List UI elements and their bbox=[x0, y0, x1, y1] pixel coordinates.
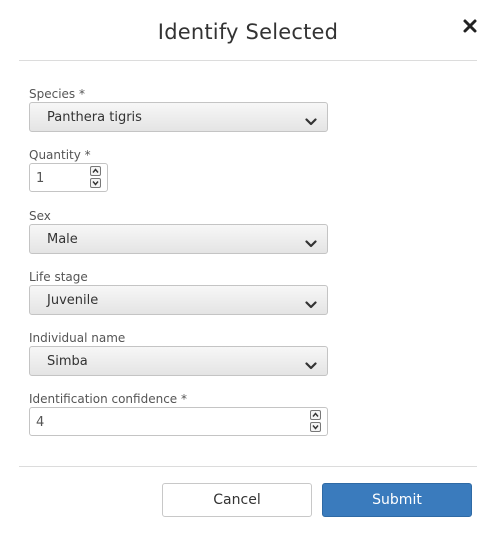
life-stage-value: Juvenile bbox=[47, 293, 99, 308]
species-label: Species * bbox=[29, 87, 85, 101]
life-stage-select[interactable]: Juvenile bbox=[29, 285, 328, 315]
header-divider bbox=[19, 60, 477, 61]
confidence-stepper-buttons bbox=[310, 410, 322, 433]
chevron-down-icon bbox=[305, 356, 317, 370]
dialog-title: Identify Selected bbox=[157, 20, 339, 44]
cancel-button[interactable]: Cancel bbox=[162, 483, 312, 517]
quantity-stepper-buttons bbox=[90, 166, 102, 189]
confidence-value: 4 bbox=[36, 415, 45, 430]
chevron-down-icon bbox=[305, 234, 317, 248]
chevron-down-icon bbox=[305, 112, 317, 126]
individual-name-label: Individual name bbox=[29, 331, 126, 345]
quantity-increment-button[interactable] bbox=[90, 166, 101, 176]
species-select[interactable]: Panthera tigris bbox=[29, 102, 328, 132]
individual-name-select[interactable]: Simba bbox=[29, 346, 328, 376]
chevron-down-icon bbox=[312, 425, 319, 430]
quantity-stepper[interactable]: 1 bbox=[29, 163, 108, 192]
chevron-down-icon bbox=[92, 181, 99, 186]
footer-divider bbox=[19, 466, 477, 467]
quantity-decrement-button[interactable] bbox=[90, 178, 101, 188]
individual-name-value: Simba bbox=[47, 354, 88, 369]
confidence-increment-button[interactable] bbox=[310, 410, 321, 420]
species-value: Panthera tigris bbox=[47, 110, 142, 125]
chevron-up-icon bbox=[312, 412, 319, 417]
sex-select[interactable]: Male bbox=[29, 224, 328, 254]
sex-value: Male bbox=[47, 232, 78, 247]
dialog-header: Identify Selected bbox=[0, 0, 496, 60]
quantity-label: Quantity * bbox=[29, 148, 91, 162]
confidence-decrement-button[interactable] bbox=[310, 422, 321, 432]
identify-dialog: Identify Selected Species * Panthera tig… bbox=[0, 0, 496, 541]
life-stage-label: Life stage bbox=[29, 270, 88, 284]
chevron-up-icon bbox=[92, 168, 99, 173]
sex-label: Sex bbox=[29, 209, 51, 223]
quantity-value: 1 bbox=[36, 171, 45, 186]
submit-button[interactable]: Submit bbox=[322, 483, 472, 517]
confidence-label: Identification confidence * bbox=[29, 392, 187, 406]
close-icon[interactable] bbox=[462, 18, 478, 34]
chevron-down-icon bbox=[305, 295, 317, 309]
confidence-stepper[interactable]: 4 bbox=[29, 407, 328, 436]
